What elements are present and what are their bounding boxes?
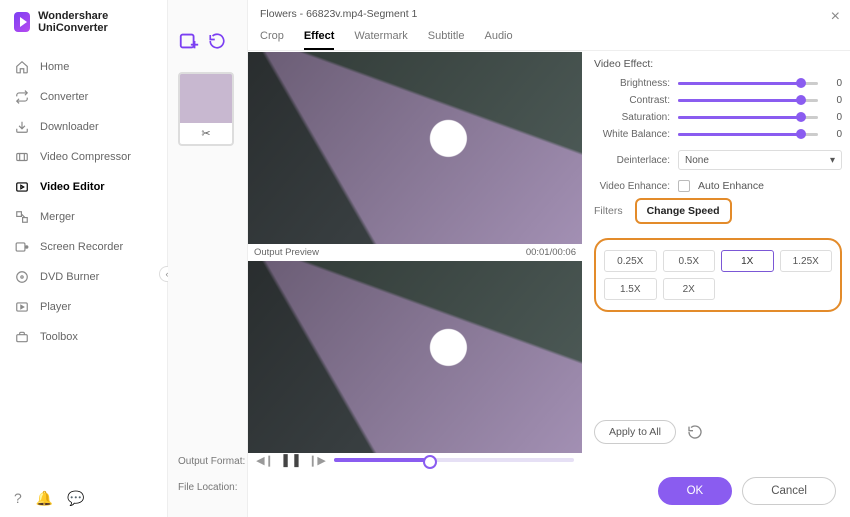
file-strip: Output Format: File Location: <box>168 0 248 517</box>
subtab-change-speed[interactable]: Change Speed <box>635 198 732 224</box>
play-icon <box>14 299 30 315</box>
sidebar-item-convert[interactable]: Converter <box>0 82 167 112</box>
effect-panel: Video Effect: Brightness: 0 Contrast: 0 Satu… <box>594 58 842 312</box>
cancel-button[interactable]: Cancel <box>742 477 836 505</box>
deinterlace-label: Deinterlace: <box>594 155 670 166</box>
sidebar-item-label: Downloader <box>40 121 99 133</box>
speed-0_25X[interactable]: 0.25X <box>604 250 657 272</box>
video-effect-heading: Video Effect: <box>594 58 842 70</box>
sidebar-item-toolbox[interactable]: Toolbox <box>0 322 167 352</box>
tab-crop[interactable]: Crop <box>260 30 284 50</box>
sidebar-item-editor[interactable]: Video Editor <box>0 172 167 202</box>
effect-slider-label: Contrast: <box>594 95 670 106</box>
file-location-label: File Location: <box>178 482 237 493</box>
effect-slider-1[interactable] <box>678 99 818 102</box>
compress-icon <box>14 149 30 165</box>
speed-1_5X[interactable]: 1.5X <box>604 278 657 300</box>
convert-icon <box>14 89 30 105</box>
sidebar-item-label: Screen Recorder <box>40 241 123 253</box>
transport-controls: ◀❙ ❚❚ ❙▶ <box>248 445 582 475</box>
speed-1X[interactable]: 1X <box>721 250 774 272</box>
output-preview <box>248 261 582 453</box>
effect-slider-label: Saturation: <box>594 112 670 123</box>
auto-enhance-text: Auto Enhance <box>698 180 764 192</box>
download-icon <box>14 119 30 135</box>
ok-button[interactable]: OK <box>658 477 733 505</box>
clip-thumbnail[interactable] <box>178 72 234 146</box>
speed-0_5X[interactable]: 0.5X <box>663 250 716 272</box>
brand-name: Wondershare UniConverter <box>38 10 153 34</box>
effect-slider-value: 0 <box>826 95 842 106</box>
brand-logo-icon <box>14 12 30 32</box>
output-format-label: Output Format: <box>178 456 245 467</box>
sidebar-item-label: Video Compressor <box>40 151 131 163</box>
prev-frame-button[interactable]: ◀❙ <box>256 451 274 469</box>
effect-slider-0[interactable] <box>678 82 818 85</box>
effect-slider-2[interactable] <box>678 116 818 119</box>
close-icon[interactable]: × <box>831 8 840 26</box>
effect-slider-value: 0 <box>826 112 842 123</box>
refresh-icon[interactable] <box>208 32 226 50</box>
add-file-icon[interactable] <box>178 30 200 52</box>
tab-audio[interactable]: Audio <box>484 30 512 50</box>
effect-subtabs: Filters Change Speed <box>594 198 842 224</box>
sidebar-nav: Home Converter Downloader Video Compressor V… <box>0 52 167 352</box>
speed-options: 0.25X 0.5X1X 1.25X 1.5X 2X <box>594 238 842 312</box>
sidebar-item-record[interactable]: Screen Recorder <box>0 232 167 262</box>
dvd-icon <box>14 269 30 285</box>
brand: Wondershare UniConverter <box>0 0 167 44</box>
sidebar: Wondershare UniConverter Home Converter Do… <box>0 0 168 517</box>
speed-2X[interactable]: 2X <box>663 278 716 300</box>
footer-icons: ? 🔔 💬 <box>14 490 85 507</box>
help-icon[interactable]: ? <box>14 490 22 507</box>
sidebar-item-dvd[interactable]: DVD Burner <box>0 262 167 292</box>
next-frame-button[interactable]: ❙▶ <box>308 451 326 469</box>
enhance-label: Video Enhance: <box>594 181 670 192</box>
effect-slider-3[interactable] <box>678 133 818 136</box>
sidebar-item-label: Toolbox <box>40 331 78 343</box>
effect-slider-label: Brightness: <box>594 78 670 89</box>
merge-icon <box>14 209 30 225</box>
original-preview <box>248 52 582 244</box>
sidebar-item-play[interactable]: Player <box>0 292 167 322</box>
sidebar-item-compress[interactable]: Video Compressor <box>0 142 167 172</box>
effect-editor: Flowers - 66823v.mp4-Segment 1 × Crop Eff… <box>248 0 850 517</box>
effect-slider-label: White Balance: <box>594 129 670 140</box>
tab-effect[interactable]: Effect <box>304 30 335 50</box>
sidebar-item-label: Video Editor <box>40 181 105 193</box>
sidebar-item-home[interactable]: Home <box>0 52 167 82</box>
sidebar-item-label: Merger <box>40 211 75 223</box>
reset-icon[interactable] <box>686 423 704 441</box>
home-icon <box>14 59 30 75</box>
output-preview-label: Output Preview <box>254 247 319 258</box>
preview-time: 00:01/00:06 <box>526 247 576 258</box>
sidebar-item-label: Player <box>40 301 71 313</box>
subtab-filters[interactable]: Filters <box>594 205 623 217</box>
pause-button[interactable]: ❚❚ <box>282 451 300 469</box>
chevron-down-icon: ▾ <box>830 155 835 166</box>
editor-title: Flowers - 66823v.mp4-Segment 1 <box>248 0 850 24</box>
deinterlace-select[interactable]: None ▾ <box>678 150 842 170</box>
tab-subtitle[interactable]: Subtitle <box>428 30 465 50</box>
editor-tabs: Crop Effect Watermark Subtitle Audio <box>248 24 850 51</box>
record-icon <box>14 239 30 255</box>
auto-enhance-checkbox[interactable] <box>678 180 690 192</box>
effect-slider-value: 0 <box>826 129 842 140</box>
preview-area: Output Preview 00:01/00:06 <box>248 52 582 453</box>
editor-icon <box>14 179 30 195</box>
sidebar-item-download[interactable]: Downloader <box>0 112 167 142</box>
apply-to-all-button[interactable]: Apply to All <box>594 420 676 444</box>
sidebar-item-merge[interactable]: Merger <box>0 202 167 232</box>
sidebar-item-label: Converter <box>40 91 88 103</box>
timeline-slider[interactable] <box>334 458 574 462</box>
sidebar-item-label: Home <box>40 61 69 73</box>
toolbox-icon <box>14 329 30 345</box>
effect-slider-value: 0 <box>826 78 842 89</box>
chat-icon[interactable]: 💬 <box>67 490 84 507</box>
speed-1_25X[interactable]: 1.25X <box>780 250 833 272</box>
deinterlace-value: None <box>685 155 709 166</box>
bell-icon[interactable]: 🔔 <box>36 490 53 507</box>
sidebar-item-label: DVD Burner <box>40 271 99 283</box>
tab-watermark[interactable]: Watermark <box>354 30 407 50</box>
